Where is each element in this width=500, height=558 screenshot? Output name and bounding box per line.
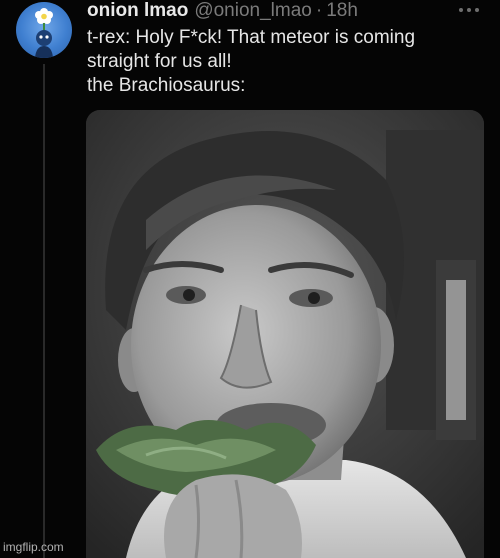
more-options-icon: [459, 8, 479, 12]
tweet-media-image[interactable]: [86, 110, 484, 558]
avatar[interactable]: [16, 2, 72, 58]
more-options-button[interactable]: [456, 2, 482, 18]
tweet-header: onion lmao @onion_lmao · 18h: [87, 0, 358, 24]
separator-dot: ·: [315, 0, 323, 21]
thread-line: [43, 64, 45, 558]
user-handle[interactable]: @onion_lmao: [194, 0, 312, 22]
tweet-text: t-rex: Holy F*ck! That meteor is coming …: [87, 26, 487, 98]
display-name[interactable]: onion lmao: [87, 0, 188, 22]
man-eating-lettuce-photo: [86, 110, 484, 558]
imgflip-watermark: imgflip.com: [3, 540, 64, 554]
tweet-text-line: straight for us all!: [87, 51, 232, 72]
tweet-card: onion lmao @onion_lmao · 18h t-rex: Holy…: [0, 0, 500, 558]
tweet-text-line: the Brachiosaurus:: [87, 75, 246, 96]
timestamp[interactable]: 18h: [326, 0, 358, 22]
flower-character-icon: [35, 8, 53, 58]
tweet-text-line: t-rex: Holy F*ck! That meteor is coming: [87, 27, 416, 48]
